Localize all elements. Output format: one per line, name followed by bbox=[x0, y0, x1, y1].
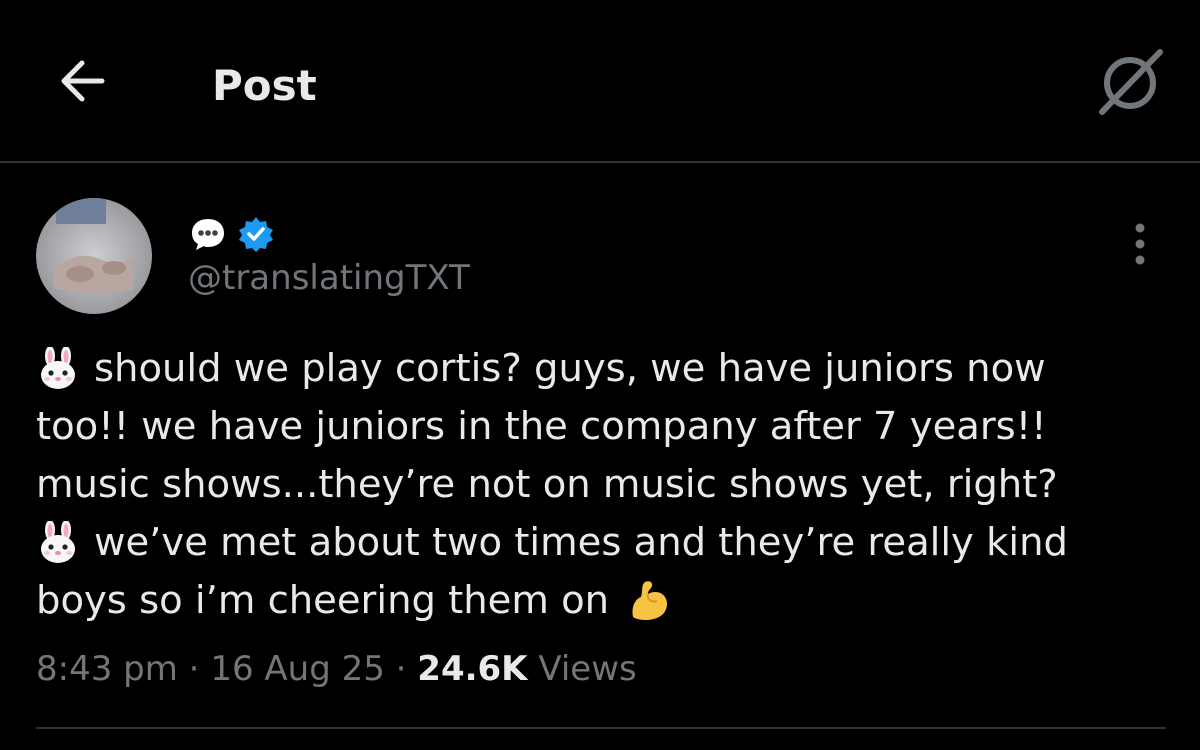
views-count[interactable]: 24.6K bbox=[417, 649, 527, 689]
post-meta: 8:43 pm · 16 Aug 25 · 24.6K Views bbox=[36, 646, 637, 692]
verified-badge-icon bbox=[238, 216, 274, 256]
more-vertical-icon bbox=[1133, 222, 1147, 270]
back-button[interactable] bbox=[52, 54, 114, 112]
arrow-left-icon bbox=[58, 59, 108, 107]
post-line-1: should we play cortis? guys, we have jun… bbox=[36, 340, 1166, 398]
post-date[interactable]: 16 Aug 25 bbox=[210, 649, 385, 689]
page-title: Post bbox=[212, 61, 317, 110]
post-line-4-text: we’ve met about two times and they’re re… bbox=[94, 520, 1068, 565]
post-time[interactable]: 8:43 pm bbox=[36, 649, 178, 689]
post-line-3: music shows...they’re not on music shows… bbox=[36, 462, 1058, 507]
grok-button[interactable] bbox=[1090, 44, 1170, 124]
display-name-row[interactable] bbox=[188, 216, 274, 256]
post-line-5-text: boys so i’m cheering them on bbox=[36, 578, 610, 623]
speech-bubble-icon bbox=[188, 214, 228, 258]
post-line-1-text: should we play cortis? guys, we have jun… bbox=[94, 346, 1046, 391]
more-options-button[interactable] bbox=[1118, 216, 1162, 276]
post-line-5: boys so i’m cheering them on bbox=[36, 572, 1166, 630]
author-handle[interactable]: @translatingTXT bbox=[188, 256, 470, 300]
avatar[interactable] bbox=[36, 198, 152, 314]
post-text: should we play cortis? guys, we have jun… bbox=[36, 340, 1166, 630]
flexed-biceps-icon bbox=[627, 577, 673, 640]
header-divider bbox=[0, 161, 1200, 163]
post-divider bbox=[36, 727, 1166, 729]
meta-separator: · bbox=[384, 649, 418, 689]
meta-separator: · bbox=[177, 649, 211, 689]
post-line-4: we’ve met about two times and they’re re… bbox=[36, 514, 1166, 572]
grok-icon bbox=[1094, 46, 1166, 122]
top-bar: Post bbox=[0, 0, 1200, 162]
post-line-2: too!! we have juniors in the company aft… bbox=[36, 404, 1047, 449]
views-label: Views bbox=[527, 649, 637, 689]
